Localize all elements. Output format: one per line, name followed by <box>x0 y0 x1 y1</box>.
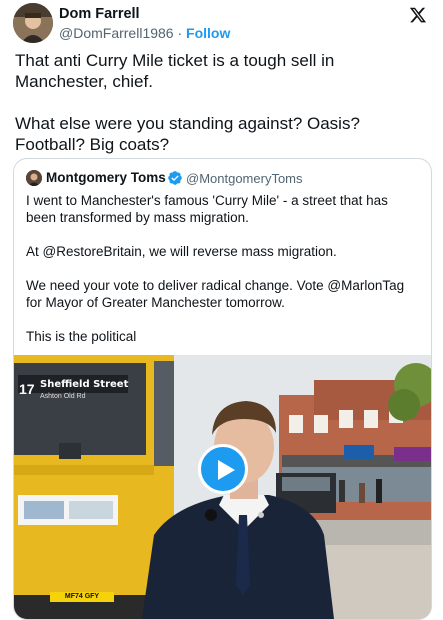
tweet-paragraph: What else were you standing against? Oas… <box>15 114 360 154</box>
follow-button[interactable]: Follow <box>186 25 230 41</box>
quoted-paragraph: I went to Manchester's famous 'Curry Mil… <box>26 193 388 225</box>
x-logo-icon[interactable] <box>409 6 427 24</box>
quoted-author-name[interactable]: Montgomery Toms <box>46 170 166 185</box>
bus-number-plate: MF74 GFY <box>50 592 114 602</box>
quoted-author-avatar <box>26 170 42 186</box>
quoted-tweet-body: I went to Manchester's famous 'Curry Mil… <box>26 192 421 362</box>
quoted-paragraph: This is the political <box>26 329 137 344</box>
play-icon <box>218 460 235 480</box>
author-avatar[interactable] <box>13 3 53 43</box>
quoted-avatar-image <box>26 170 42 186</box>
bus-destination-sub: Ashton Old Rd <box>40 393 86 400</box>
avatar-image <box>13 3 53 43</box>
quoted-author-handle[interactable]: @MontgomeryToms <box>186 171 303 186</box>
author-handle[interactable]: @DomFarrell1986 <box>59 25 174 41</box>
author-name[interactable]: Dom Farrell <box>59 6 140 22</box>
play-button[interactable] <box>198 444 248 494</box>
video-player[interactable]: 17 Sheffield Street Ashton Old Rd MF74 G… <box>14 355 431 619</box>
tweet-paragraph: That anti Curry Mile ticket is a tough s… <box>15 51 335 91</box>
quoted-paragraph: We need your vote to deliver radical cha… <box>26 278 405 310</box>
quoted-paragraph: At @RestoreBritain, we will reverse mass… <box>26 244 337 259</box>
bus-route-number: 17 <box>19 381 35 397</box>
author-meta: @DomFarrell1986 · Follow <box>59 25 230 41</box>
meta-separator: · <box>177 25 183 41</box>
verified-badge-icon <box>168 171 182 185</box>
quoted-tweet[interactable]: Montgomery Toms @MontgomeryToms I went t… <box>13 158 432 620</box>
bus-destination: Sheffield Street <box>40 379 129 390</box>
tweet-header: Dom Farrell @DomFarrell1986 · Follow <box>13 3 433 45</box>
